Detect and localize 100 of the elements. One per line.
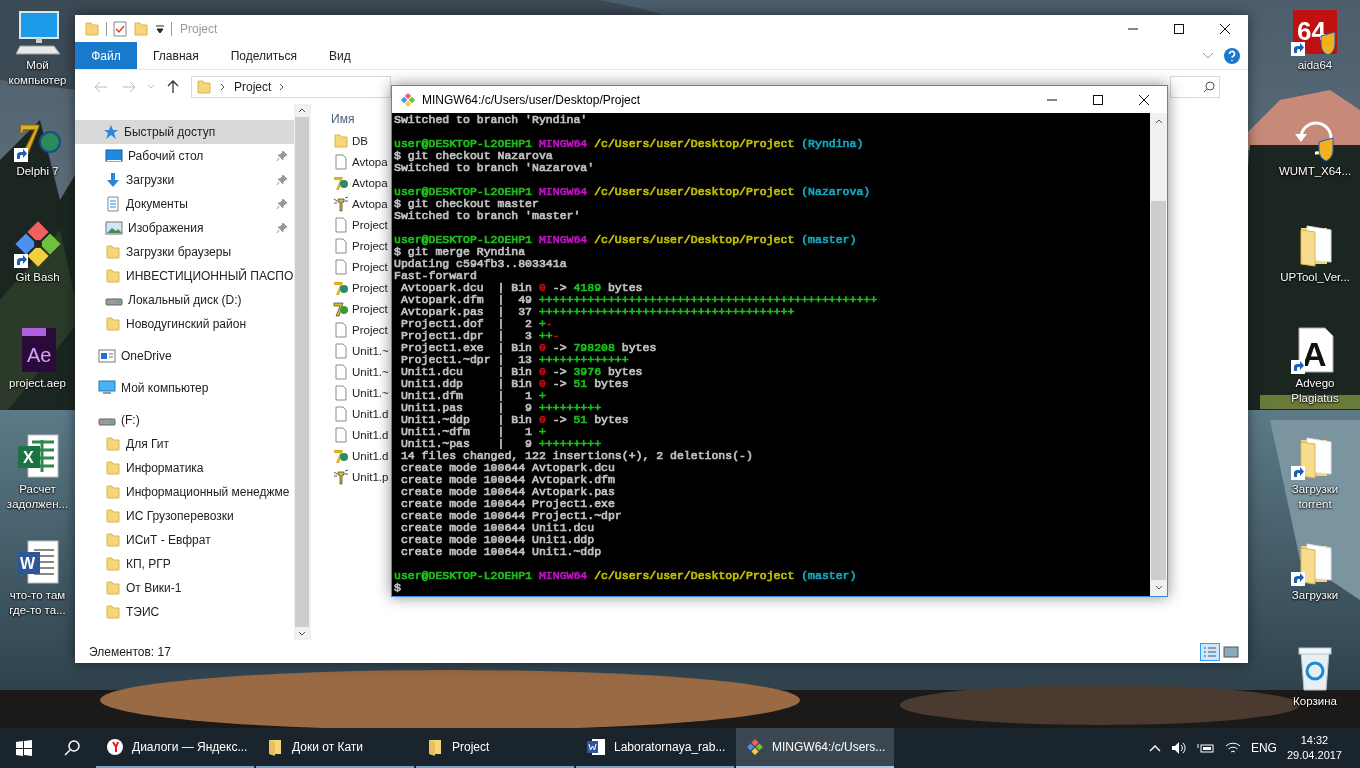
help-icon[interactable] [1224, 47, 1240, 64]
desktop-icon-label[interactable]: что-то там где-то та... [0, 588, 75, 618]
file-menu-tab[interactable]: Файл [75, 42, 137, 69]
pin-icon[interactable] [276, 174, 288, 186]
wifi-icon[interactable] [1224, 741, 1241, 755]
chevron-right-icon[interactable] [220, 83, 226, 91]
nav-item[interactable]: Быстрый доступ [75, 120, 294, 144]
file-name[interactable]: Unit1.p [352, 470, 389, 483]
address-bar[interactable]: Project [191, 76, 391, 98]
file-name[interactable]: Unit1.~ [352, 365, 389, 378]
battery-icon[interactable] [1196, 741, 1215, 755]
taskbar-button[interactable]: Доки от Кати [256, 728, 414, 768]
nav-item[interactable]: ИНВЕСТИЦИОННЫЙ ПАСПО [75, 264, 294, 288]
nav-item[interactable]: Загрузки [75, 168, 294, 192]
nav-item[interactable]: КП, РГР [75, 552, 294, 576]
desktop-icon-label[interactable]: WUMT_X64... [1278, 164, 1352, 179]
folder-icon [105, 436, 121, 452]
search-field[interactable] [1170, 76, 1220, 98]
language-indicator[interactable]: ENG [1250, 741, 1277, 755]
file-name[interactable]: Avtopa [352, 155, 388, 168]
nav-item[interactable]: OneDrive [75, 344, 294, 368]
scroll-down-icon[interactable] [1154, 585, 1163, 591]
nav-item[interactable]: ИСиТ - Евфрат [75, 528, 294, 552]
file-name[interactable]: Project [352, 239, 388, 252]
nav-item[interactable]: От Вики-1 [75, 576, 294, 600]
taskbar-button[interactable]: MINGW64:/c/Users... [736, 728, 894, 768]
file-icon [333, 258, 349, 275]
taskbar-button[interactable]: Диалоги — Яндекс... [96, 728, 254, 768]
desktop-icon-label[interactable]: Загрузки [1291, 588, 1339, 603]
clock[interactable]: 14:32 29.04.2017 [1286, 733, 1342, 763]
column-header[interactable]: Имя [331, 112, 355, 126]
scroll-up-icon[interactable] [298, 107, 306, 113]
pin-icon[interactable] [276, 150, 288, 162]
nav-item[interactable]: Изображения [75, 216, 294, 240]
file-name[interactable]: Project [352, 218, 388, 231]
scrollbar[interactable] [294, 104, 310, 640]
scrollbar[interactable] [1150, 113, 1167, 596]
nav-item[interactable]: Новодугинский район [75, 312, 294, 336]
taskbar-button[interactable]: Laboratornaya_rab... [576, 728, 734, 768]
computer-icon[interactable] [13, 8, 62, 56]
desktop-icon-label[interactable]: project.aep [9, 376, 66, 391]
search-icon [1203, 81, 1215, 93]
desktop-icon-label[interactable]: Расчет задолжен... [0, 482, 75, 512]
pin-icon[interactable] [276, 198, 288, 210]
file-name[interactable]: Avtopa [352, 197, 388, 210]
nav-item[interactable]: Загрузки браузеры [75, 240, 294, 264]
nav-item[interactable]: Для Гит [75, 432, 294, 456]
nav-item[interactable]: Информатика [75, 456, 294, 480]
taskbar-button[interactable]: Project [416, 728, 574, 768]
dropdown-icon[interactable] [155, 23, 165, 34]
desktop-icon-label[interactable]: aida64 [1297, 58, 1333, 73]
desktop-icon-label[interactable]: Корзина [1293, 694, 1337, 709]
details-view-icon[interactable] [1200, 642, 1220, 661]
desktop-icon-label[interactable]: Git Bash [15, 270, 60, 285]
checklist-icon[interactable] [113, 20, 127, 37]
diamond-icon[interactable] [13, 220, 62, 268]
folder-icon [105, 244, 121, 260]
file-name[interactable]: Avtopa [352, 176, 388, 189]
file-name[interactable]: Project [352, 260, 388, 273]
terminal-line: create mode 100644 Unit1.dcu [399, 521, 595, 534]
file-name[interactable]: Unit1.d [352, 428, 389, 441]
maximize-icon[interactable] [1174, 23, 1184, 34]
nav-item[interactable]: Документы [75, 192, 294, 216]
nav-item[interactable]: ИС Грузоперевозки [75, 504, 294, 528]
file-name[interactable]: Unit1.d [352, 449, 389, 462]
desktop-icon-label[interactable]: Advego Plagiatus [1277, 376, 1353, 406]
desktop-icon-label[interactable]: UPTool_Ver... [1280, 270, 1350, 285]
desktop-icon-label[interactable]: Delphi 7 [16, 164, 59, 179]
file-name[interactable]: Project [352, 281, 388, 294]
volume-icon[interactable] [1170, 741, 1187, 755]
nav-item[interactable]: Рабочий стол [75, 144, 294, 168]
nav-item[interactable]: ТЭИС [75, 600, 294, 624]
pin-icon[interactable] [276, 222, 288, 234]
file-name[interactable]: Unit1.~ [352, 386, 389, 399]
desktop-icon-label[interactable]: Мой компьютер [0, 58, 75, 88]
ribbon-tab[interactable]: Поделиться [214, 42, 313, 69]
nav-item[interactable]: Мой компьютер [75, 376, 294, 400]
terminal-line: Unit1.dfm | 1 + [399, 389, 546, 402]
nav-item[interactable]: (F:) [75, 408, 294, 432]
file-name[interactable]: Unit1.d [352, 407, 389, 420]
ribbon-tab[interactable]: Вид [312, 42, 367, 69]
maximize-icon[interactable] [1093, 94, 1103, 105]
image-icon [105, 220, 123, 236]
terminal-line: create mode 100644 Unit1.ddp [399, 533, 595, 546]
file-name[interactable]: Unit1.~ [352, 344, 389, 357]
caret-up-icon[interactable] [1148, 744, 1161, 752]
close-icon[interactable] [1220, 23, 1230, 34]
file-name[interactable]: Project [352, 302, 388, 315]
terminal-line: Switched to branch 'master' [394, 209, 581, 222]
chevron-right-icon[interactable] [279, 83, 286, 91]
scroll-down-icon[interactable] [298, 631, 306, 637]
ribbon-tab[interactable]: Главная [137, 42, 215, 69]
file-name[interactable]: DB [352, 134, 368, 147]
close-icon[interactable] [1139, 94, 1149, 105]
scroll-up-icon[interactable] [1154, 118, 1163, 124]
up-icon[interactable] [167, 80, 179, 94]
chevron-down-icon[interactable] [1202, 51, 1214, 60]
nav-item[interactable]: Информационный менеджме [75, 480, 294, 504]
file-name[interactable]: Project [352, 323, 388, 336]
nav-item[interactable]: Локальный диск (D:) [75, 288, 294, 312]
